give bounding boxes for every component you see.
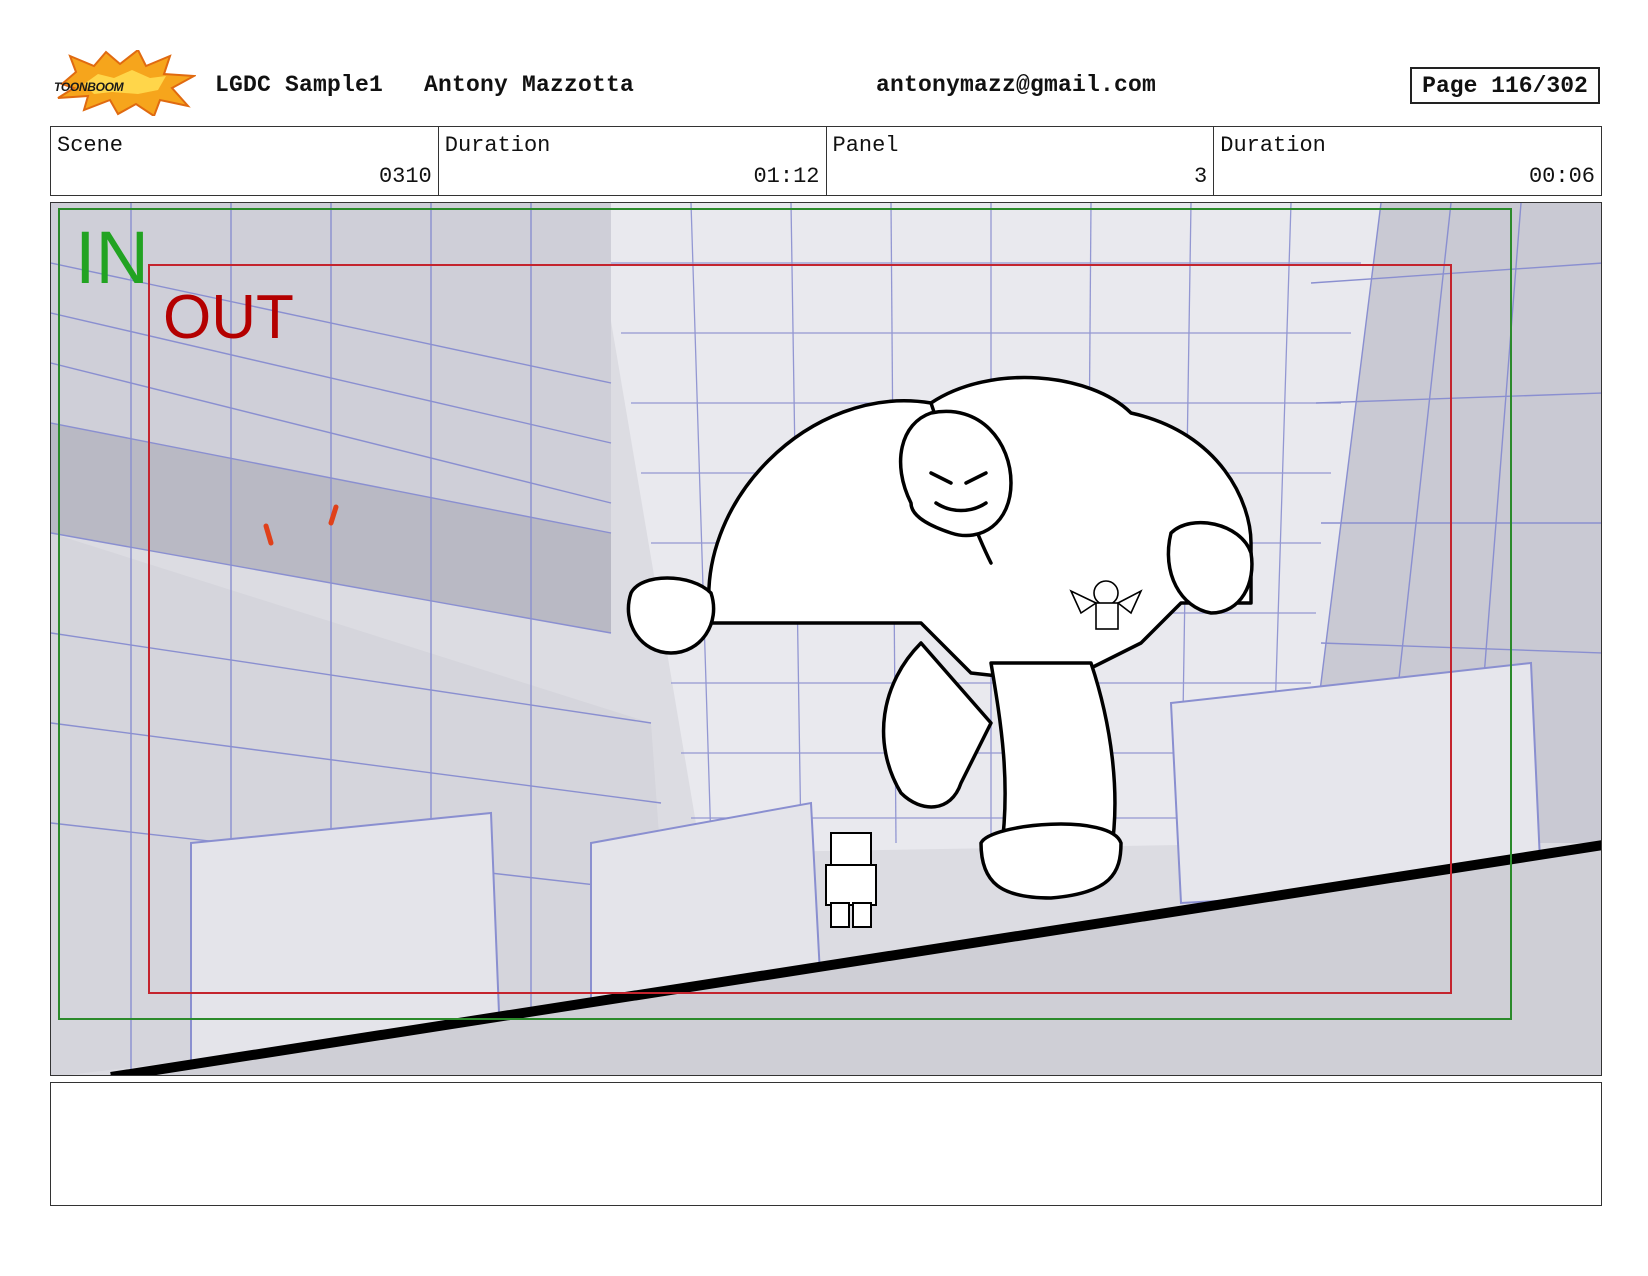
scene-label: Scene (57, 133, 124, 158)
scene-duration-value: 01:12 (753, 164, 820, 189)
project-title: LGDC Sample1 (215, 72, 384, 98)
scene-duration-label: Duration (444, 133, 551, 158)
scene-info-row: Scene 0310 Duration 01:12 Panel 3 Durati… (50, 126, 1602, 196)
panel-duration-value: 00:06 (1528, 164, 1595, 189)
scene-duration-cell: Duration 01:12 (439, 127, 827, 195)
panel-duration-cell: Duration 00:06 (1214, 127, 1601, 195)
scene-cell: Scene 0310 (51, 127, 439, 195)
panel-cell: Panel 3 (827, 127, 1215, 195)
in-frame-label: IN (75, 216, 149, 299)
toonboom-logo: TOONBOOM (54, 48, 198, 118)
artist-name: Antony Mazzotta (424, 72, 635, 98)
panel-duration-label: Duration (1220, 133, 1326, 158)
panel-notes[interactable] (50, 1082, 1602, 1206)
logo-wordmark: TOONBOOM (54, 80, 124, 94)
out-frame-label: OUT (163, 283, 294, 352)
page-number: Page 116/302 (1410, 67, 1600, 104)
artist-email: antonymazz@gmail.com (876, 72, 1157, 98)
scene-value: 0310 (378, 164, 432, 189)
panel-value: 3 (1194, 164, 1208, 189)
panel-label: Panel (832, 133, 899, 158)
storyboard-panel: IN OUT (50, 202, 1602, 1076)
